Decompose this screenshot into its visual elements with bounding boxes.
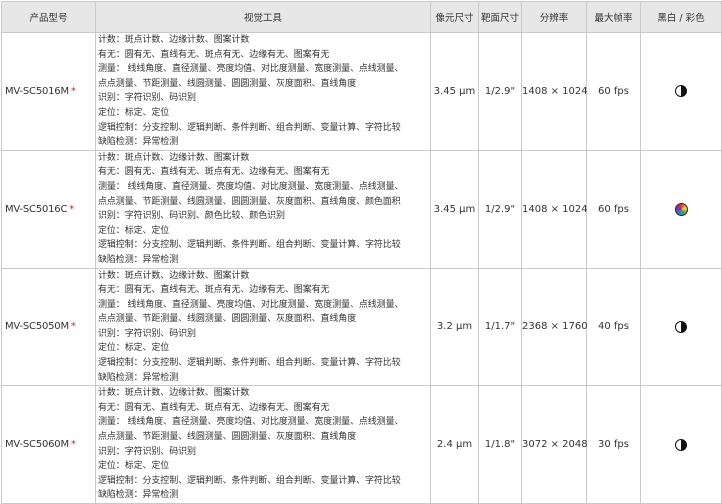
vision-tools-cell: 计数：斑点计数、边缘计数、图案计数有无：圆有无、直线有无、斑点有无、边缘有无、图… xyxy=(95,149,431,269)
product-model-cell: MV-SC5016C * xyxy=(1,149,96,269)
new-product-star: * xyxy=(70,321,76,333)
resolution-cell: 2368 × 1760 xyxy=(521,267,588,387)
product-model-name: MV-SC5016C xyxy=(5,203,68,215)
vision-tool-line: 有无：圆有无、直线有无、斑点有无、边缘有无、图案有无 xyxy=(98,49,330,60)
max-fps-cell: 30 fps xyxy=(586,385,641,504)
vision-tool-line: 缺陷检测：异常检测 xyxy=(98,490,179,501)
vision-tool-line: 点点测量、节距测量、线圆测量、圆圆测量、灰度面积、直线角度 xyxy=(98,78,357,89)
vision-tool-line: 识别：字符识别、码识别、颜色比较、颜色识别 xyxy=(98,211,285,222)
target-size-cell: 1/2.9" xyxy=(478,149,522,269)
target-size-cell: 1/1.8" xyxy=(478,385,522,504)
pixel-size-cell: 3.45 μm xyxy=(430,32,479,151)
vision-tool-line: 有无：圆有无、直线有无、斑点有无、边缘有无、图案有无 xyxy=(98,167,330,178)
max-fps-cell: 40 fps xyxy=(586,267,641,387)
color-type-cell xyxy=(640,267,722,387)
pixel-size-cell: 3.2 μm xyxy=(430,267,479,387)
color-type-cell xyxy=(640,32,722,151)
target-size-cell: 1/2.9" xyxy=(478,32,522,151)
new-product-star: * xyxy=(70,439,76,451)
product-model-name: MV-SC5050M xyxy=(5,321,69,333)
vision-tool-line: 定位：标定、定位 xyxy=(98,461,170,472)
product-model-cell: MV-SC5060M * xyxy=(1,385,96,504)
vision-tool-line: 逻辑控制：分支控制、逻辑判断、条件判断、组合判断、变量计算、字符比较 xyxy=(98,122,401,133)
header-target-size: 靶面尺寸 xyxy=(478,1,522,33)
header-tools: 视觉工具 xyxy=(95,1,431,33)
monochrome-sensor-icon xyxy=(675,438,687,451)
table-row: MV-SC5050M * 计数：斑点计数、边缘计数、图案计数 有无：圆有无、直线有无、… xyxy=(1,267,722,387)
vision-tool-line: 计数：斑点计数、边缘计数、图案计数 xyxy=(98,152,250,163)
max-fps-cell: 60 fps xyxy=(586,149,641,269)
pixel-size-cell: 2.4 μm xyxy=(430,385,479,504)
product-spec-table: 产品型号 视觉工具 像元尺寸 靶面尺寸 分辨率 最大帧率 黑白 / 彩色 MV-… xyxy=(1,1,722,504)
vision-tool-line: 有无：圆有无、直线有无、斑点有无、边缘有无、图案有无 xyxy=(98,402,330,413)
vision-tool-line: 缺陷检测：异常检测 xyxy=(98,372,179,383)
vision-tool-line: 点点测量、节距测量、线圆测量、圆圆测量、灰度面积、直线角度 xyxy=(98,432,357,443)
color-type-cell xyxy=(640,149,722,269)
vision-tool-line: 识别：字符识别、码识别 xyxy=(98,446,196,457)
header-row: 产品型号 视觉工具 像元尺寸 靶面尺寸 分辨率 最大帧率 黑白 / 彩色 xyxy=(1,1,722,33)
resolution-cell: 1408 × 1024 xyxy=(521,32,588,151)
new-product-star: * xyxy=(70,85,76,97)
vision-tools-cell: 计数：斑点计数、边缘计数、图案计数有无：圆有无、直线有无、斑点有无、边缘有无、图… xyxy=(95,385,431,504)
product-model-name: MV-SC5060M xyxy=(5,439,69,451)
vision-tool-line: 点点测量、节距测量、线圆测量、圆圆测量、灰度面积、直线角度 xyxy=(98,314,357,325)
resolution-cell: 3072 × 2048 xyxy=(521,385,588,504)
table-row: MV-SC5016C * 计数：斑点计数、边缘计数、图案计数 有无：圆有无、直线有无、… xyxy=(1,149,722,269)
vision-tool-line: 测量： 线线角度、直径测量、亮度均值、对比度测量、宽度测量、点线测量、 xyxy=(98,417,404,428)
vision-tool-line: 逻辑控制：分支控制、逻辑判断、条件判断、组合判断、变量计算、字符比较 xyxy=(98,358,401,369)
vision-tool-line: 测量： 线线角度、直径测量、亮度均值、对比度测量、宽度测量、点线测量、 xyxy=(98,181,404,192)
vision-tools-cell: 计数：斑点计数、边缘计数、图案计数有无：圆有无、直线有无、斑点有无、边缘有无、图… xyxy=(95,32,431,151)
vision-tool-line: 点点测量、节距测量、线圆测量、圆圆测量、灰度面积、直线角度、颜色面积 xyxy=(98,196,401,207)
color-sensor-icon xyxy=(674,202,688,216)
vision-tool-line: 定位：标定、定位 xyxy=(98,343,170,354)
vision-tool-line: 定位：标定、定位 xyxy=(98,225,170,236)
product-model-cell: MV-SC5050M * xyxy=(1,267,96,387)
vision-tool-line: 逻辑控制：分支控制、逻辑判断、条件判断、组合判断、变量计算、字符比较 xyxy=(98,240,401,251)
monochrome-sensor-icon xyxy=(675,85,687,98)
vision-tool-line: 识别：字符识别、码识别 xyxy=(98,93,196,104)
pixel-size-cell: 3.45 μm xyxy=(430,149,479,269)
header-model: 产品型号 xyxy=(1,1,96,33)
vision-tool-line: 计数：斑点计数、边缘计数、图案计数 xyxy=(98,388,250,399)
vision-tool-line: 测量： 线线角度、直径测量、亮度均值、对比度测量、宽度测量、点线测量、 xyxy=(98,299,404,310)
table-row: MV-SC5060M * 计数：斑点计数、边缘计数、图案计数 有无：圆有无、直线有无、… xyxy=(1,385,722,504)
vision-tool-line: 缺陷检测：异常检测 xyxy=(98,254,179,265)
vision-tool-line: 缺陷检测：异常检测 xyxy=(98,137,179,148)
header-pixel-size: 像元尺寸 xyxy=(430,1,479,33)
vision-tool-line: 计数：斑点计数、边缘计数、图案计数 xyxy=(98,35,250,45)
vision-tools-cell: 计数：斑点计数、边缘计数、图案计数有无：圆有无、直线有无、斑点有无、边缘有无、图… xyxy=(95,267,431,387)
resolution-cell: 1408 × 1024 xyxy=(521,149,588,269)
product-model-cell: MV-SC5016M * xyxy=(1,32,96,151)
vision-tool-line: 有无：圆有无、直线有无、斑点有无、边缘有无、图案有无 xyxy=(98,285,330,296)
header-max-fps: 最大帧率 xyxy=(586,1,641,33)
target-size-cell: 1/1.7" xyxy=(478,267,522,387)
max-fps-cell: 60 fps xyxy=(586,32,641,151)
header-resolution: 分辨率 xyxy=(521,1,587,33)
vision-tool-line: 测量： 线线角度、直径测量、亮度均值、对比度测量、宽度测量、点线测量、 xyxy=(98,64,404,75)
monochrome-sensor-icon xyxy=(675,320,687,333)
new-product-star: * xyxy=(69,203,75,215)
vision-tool-line: 定位：标定、定位 xyxy=(98,107,170,118)
vision-tool-line: 逻辑控制：分支控制、逻辑判断、条件判断、组合判断、变量计算、字符比较 xyxy=(98,475,401,486)
color-type-cell xyxy=(640,385,722,504)
header-color-type: 黑白 / 彩色 xyxy=(640,1,722,33)
product-model-name: MV-SC5016M xyxy=(5,85,69,97)
vision-tool-line: 识别：字符识别、码识别 xyxy=(98,328,196,339)
table-row: MV-SC5016M * 计数：斑点计数、边缘计数、图案计数 有无：圆有无、直线有无、… xyxy=(1,32,722,151)
vision-tool-line: 计数：斑点计数、边缘计数、图案计数 xyxy=(98,270,250,281)
